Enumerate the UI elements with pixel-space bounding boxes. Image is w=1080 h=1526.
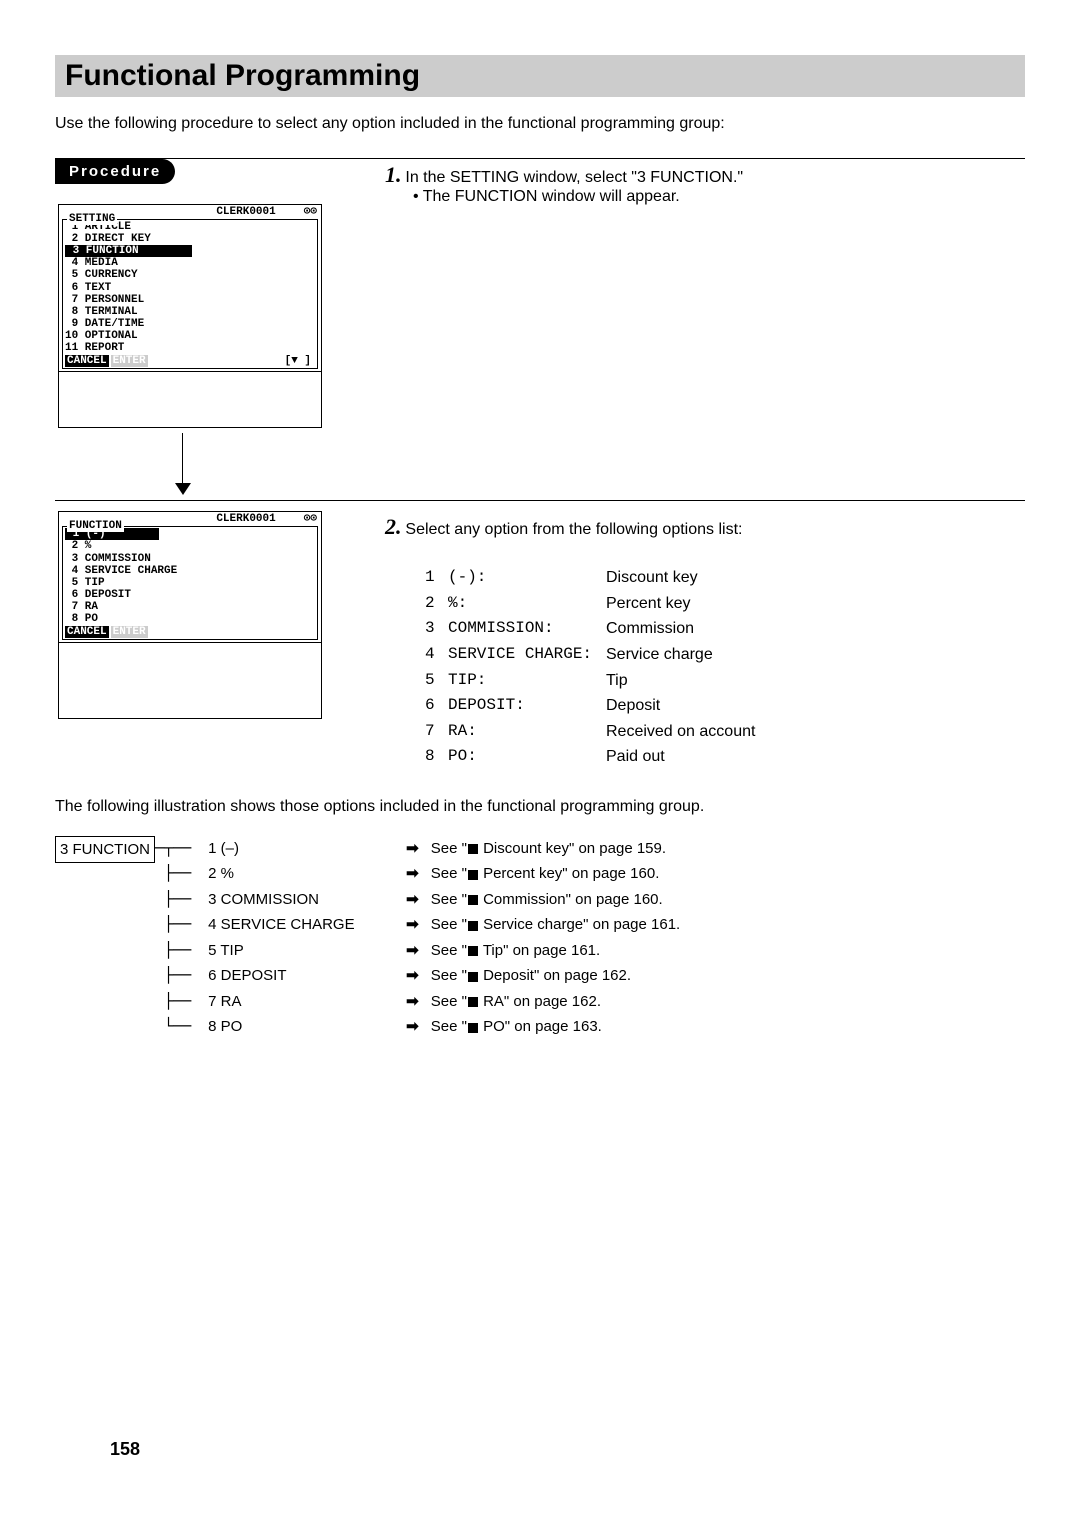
arrow-right-icon: ➡ <box>406 836 419 862</box>
arrow-right-icon: ➡ <box>406 912 419 938</box>
status-icons: ⊙⊙ <box>304 206 317 218</box>
arrow-right-icon: ➡ <box>406 963 419 989</box>
tree-item: 2 %➡See " Percent key" on page 160. <box>208 861 680 887</box>
enter-button[interactable]: ENTER <box>111 355 148 367</box>
option-row: 7RA:Received on account <box>425 719 1025 745</box>
menu-item[interactable]: 5 CURRENCY <box>65 269 315 281</box>
arrow-right-icon: ➡ <box>406 887 419 913</box>
menu-item[interactable]: 4 SERVICE CHARGE <box>65 565 315 577</box>
menu-item[interactable]: 6 DEPOSIT <box>65 589 315 601</box>
menu-item[interactable]: 2 % <box>65 540 315 552</box>
step-text: Select any option from the following opt… <box>405 521 742 538</box>
intro-text: Use the following procedure to select an… <box>55 115 1025 133</box>
menu-item[interactable]: 10 OPTIONAL <box>65 330 315 342</box>
status-icons: ⊙⊙ <box>304 513 317 525</box>
cancel-button[interactable]: CANCEL <box>65 626 109 638</box>
option-row: 5TIP:Tip <box>425 668 1025 694</box>
illustration-intro: The following illustration shows those o… <box>55 798 1025 816</box>
step-2-row: CLERK0001 ⊙⊙ FUNCTION 1 (-) 2 % 3 COMMIS… <box>55 500 1025 770</box>
clerk-label: CLERK0001 <box>216 513 275 525</box>
square-icon <box>468 921 478 931</box>
tree-item: 6 DEPOSIT➡See " Deposit" on page 162. <box>208 963 680 989</box>
square-icon <box>468 870 478 880</box>
menu-item[interactable]: 11 REPORT <box>65 342 315 354</box>
option-row: 4SERVICE CHARGE:Service charge <box>425 642 1025 668</box>
tree-item: 4 SERVICE CHARGE➡See " Service charge" o… <box>208 912 680 938</box>
screen-legend: FUNCTION <box>67 520 124 532</box>
step-text: In the SETTING window, select "3 FUNCTIO… <box>405 169 743 186</box>
option-row: 6DEPOSIT:Deposit <box>425 693 1025 719</box>
square-icon <box>468 1023 478 1033</box>
menu-item[interactable]: 7 RA <box>65 601 315 613</box>
arrow-right-icon: ➡ <box>406 1014 419 1040</box>
option-row: 1(-):Discount key <box>425 565 1025 591</box>
tree-item: 7 RA➡See " RA" on page 162. <box>208 989 680 1015</box>
clerk-label: CLERK0001 <box>216 206 275 218</box>
square-icon <box>468 972 478 982</box>
arrow-down-icon <box>175 433 355 495</box>
menu-item[interactable]: 9 DATE/TIME <box>65 318 315 330</box>
square-icon <box>468 895 478 905</box>
arrow-right-icon: ➡ <box>406 989 419 1015</box>
square-icon <box>468 997 478 1007</box>
tree-item: 5 TIP➡See " Tip" on page 161. <box>208 938 680 964</box>
screen-setting: CLERK0001 ⊙⊙ SETTING 1 ARTICLE 2 DIRECT … <box>58 204 322 428</box>
screen-function: CLERK0001 ⊙⊙ FUNCTION 1 (-) 2 % 3 COMMIS… <box>58 511 322 719</box>
menu-item[interactable]: 3 COMMISSION <box>65 553 315 565</box>
scroll-indicator: [▼ ] <box>285 355 311 367</box>
tree-item: 1 (–)➡See " Discount key" on page 159. <box>208 836 680 862</box>
page-title: Functional Programming <box>55 55 1025 97</box>
menu-item[interactable]: 5 TIP <box>65 577 315 589</box>
function-tree: 3 FUNCTION ─┬── ├── ├── ├── ├── ├── ├── … <box>55 836 1025 1040</box>
tree-item: 3 COMMISSION➡See " Commission" on page 1… <box>208 887 680 913</box>
procedure-badge: Procedure <box>55 159 175 184</box>
enter-button[interactable]: ENTER <box>111 626 148 638</box>
arrow-right-icon: ➡ <box>406 861 419 887</box>
menu-item[interactable]: 7 PERSONNEL <box>65 294 315 306</box>
cancel-button[interactable]: CANCEL <box>65 355 109 367</box>
step-number: 2. <box>385 514 402 539</box>
step-number: 1. <box>385 162 402 187</box>
menu-item[interactable]: 8 TERMINAL <box>65 306 315 318</box>
option-row: 8PO:Paid out <box>425 744 1025 770</box>
screen-legend: SETTING <box>67 213 117 225</box>
step-1-row: Procedure CLERK0001 ⊙⊙ SETTING 1 ARTICLE… <box>55 158 1025 500</box>
square-icon <box>468 844 478 854</box>
menu-item[interactable]: 6 TEXT <box>65 282 315 294</box>
menu-item[interactable]: 2 DIRECT KEY <box>65 233 315 245</box>
menu-item[interactable]: 4 MEDIA <box>65 257 315 269</box>
option-row: 2%:Percent key <box>425 591 1025 617</box>
tree-item: 8 PO➡See " PO" on page 163. <box>208 1014 680 1040</box>
options-list: 1(-):Discount key2%:Percent key3COMMISSI… <box>425 565 1025 770</box>
menu-item[interactable]: 8 PO <box>65 613 315 625</box>
step-subtext: • The FUNCTION window will appear. <box>413 188 1025 206</box>
square-icon <box>468 946 478 956</box>
page-number: 158 <box>110 1439 140 1460</box>
option-row: 3COMMISSION:Commission <box>425 616 1025 642</box>
tree-root: 3 FUNCTION <box>55 836 155 864</box>
arrow-right-icon: ➡ <box>406 938 419 964</box>
menu-item-selected[interactable]: 3 FUNCTION <box>65 245 192 257</box>
tree-connectors: ─┬── ├── ├── ├── ├── ├── ├── └── <box>155 836 200 1040</box>
